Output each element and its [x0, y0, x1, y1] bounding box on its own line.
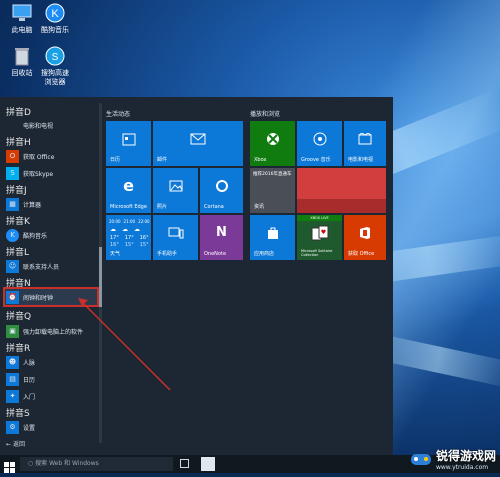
watermark-title: 锐得游戏网 [435, 449, 496, 463]
gamepad-logo-icon [410, 454, 431, 465]
search-placeholder: 搜索 Web 和 Windows [35, 460, 99, 467]
taskbar-app-icon[interactable] [201, 457, 215, 471]
windows-start-icon[interactable] [4, 458, 15, 473]
search-icon: ○ [28, 460, 34, 467]
taskbar-search-box[interactable]: ○ 搜索 Web 和 Windows [20, 457, 173, 471]
watermark-url: www.ytruida.com [435, 464, 489, 471]
annotation-arrow [78, 298, 171, 391]
task-view-icon[interactable] [180, 459, 189, 468]
watermark: 锐得游戏网 www.ytruida.com [410, 447, 496, 471]
